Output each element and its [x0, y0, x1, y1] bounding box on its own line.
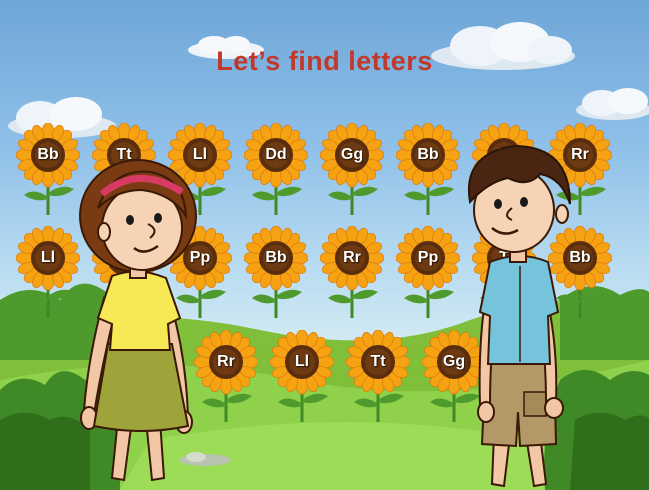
flower-letter[interactable]: Pp: [396, 226, 460, 318]
game-scene: Let’s find letters Bb Tt Ll Dd Gg Bb Rr …: [0, 0, 649, 490]
flower-letter[interactable]: Tt: [346, 330, 410, 422]
girl-character: [79, 159, 197, 482]
boy-character: [468, 144, 571, 488]
flower-letter[interactable]: Gg: [320, 123, 384, 215]
flower-letter[interactable]: Bb: [244, 226, 308, 318]
flower-letter[interactable]: Ll: [16, 226, 80, 318]
flower-letter[interactable]: Dd: [244, 123, 308, 215]
flower-letter[interactable]: Ll: [270, 330, 334, 422]
flower-letter[interactable]: Bb: [396, 123, 460, 215]
flower-letter[interactable]: Bb: [16, 123, 80, 215]
flower-letter[interactable]: Rr: [320, 226, 384, 318]
